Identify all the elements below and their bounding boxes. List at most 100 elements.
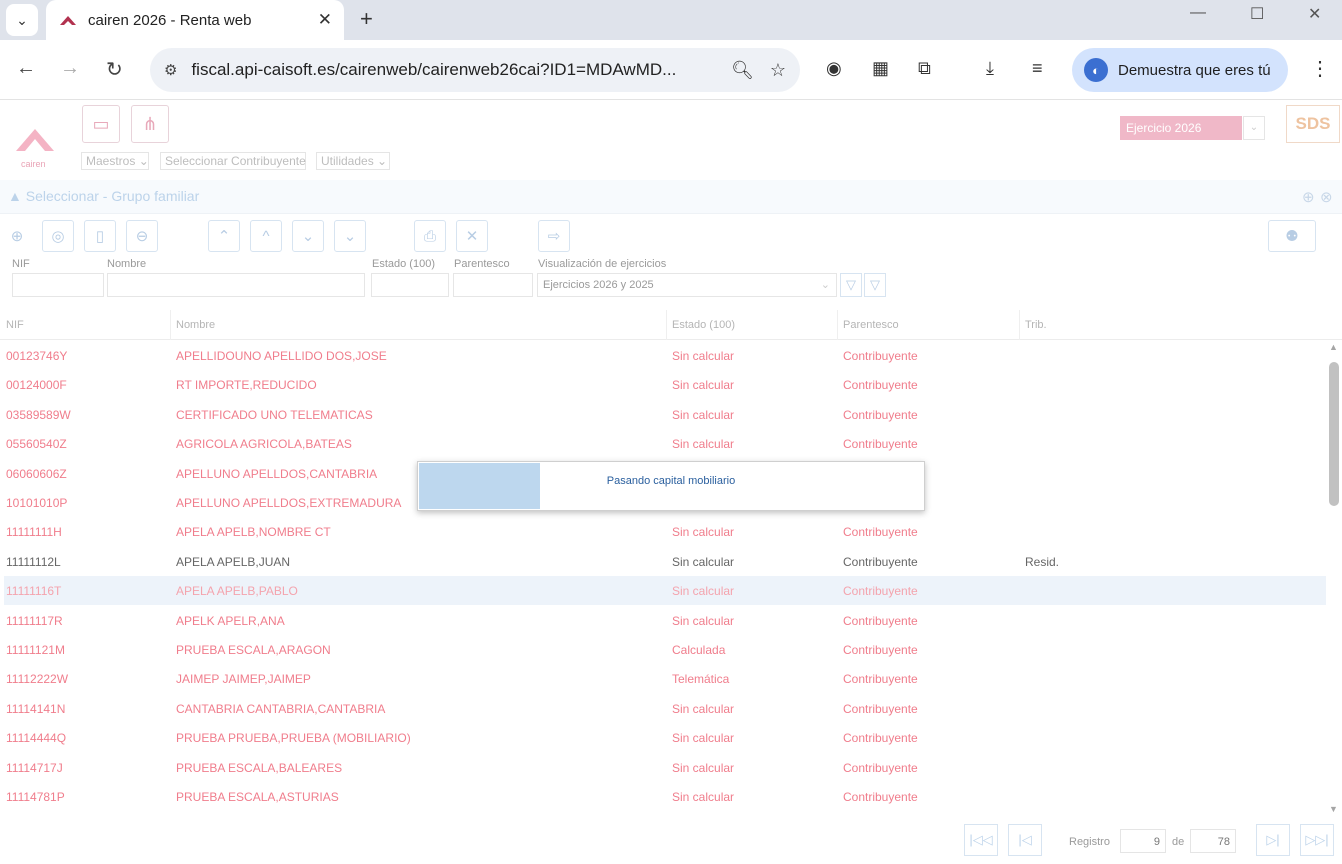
col-trib[interactable]: Trib. — [1025, 319, 1047, 331]
cell-estado: Sin calcular — [672, 554, 735, 569]
reload-icon[interactable]: ↻ — [106, 57, 123, 82]
table-row[interactable]: 11111111H APELA APELB,NOMBRE CT Sin calcul… — [4, 517, 1326, 546]
table-row[interactable]: 11111112L APELA APELB,JUAN Sin calcular Con… — [4, 547, 1326, 576]
restore-icon[interactable]: ◎ — [42, 220, 74, 252]
browser-menu-icon[interactable]: ⋮ — [1310, 56, 1330, 81]
profile-chip[interactable]: ◐ Demuestra que eres tú — [1072, 48, 1288, 92]
table-row[interactable]: 11114717J PRUEBA ESCALA,BALEARES Sin calcu… — [4, 753, 1326, 782]
registro-input[interactable]: 9 — [1120, 829, 1166, 853]
cell-nombre: RT IMPORTE,REDUCIDO — [176, 378, 317, 393]
maximize-panel-icon[interactable]: ⊕ — [1302, 188, 1315, 206]
clear-filter-icon[interactable]: ▽ — [864, 273, 886, 297]
col-estado[interactable]: Estado (100) — [672, 319, 735, 331]
table-row[interactable]: 11114141N CANTABRIA CANTABRIA,CANTABRIA Si… — [4, 694, 1326, 723]
org-chart-icon[interactable]: ⋔ — [131, 105, 169, 143]
col-nombre[interactable]: Nombre — [176, 319, 215, 331]
nif-filter-input[interactable] — [12, 273, 104, 297]
contribuyentes-grid: NIF Nombre Estado (100) Parentesco Trib.… — [0, 310, 1342, 820]
close-tab-icon[interactable]: ✕ — [318, 10, 332, 30]
globe-avatar-icon: ◐ — [1084, 58, 1108, 82]
last-record-icon[interactable]: ⌄ — [334, 220, 366, 252]
exit-icon[interactable]: ⇨ — [538, 220, 570, 252]
cell-estado: Telemática — [672, 672, 730, 687]
sds-logo[interactable]: SDS — [1286, 105, 1340, 143]
bookmark-star-icon[interactable]: ☆ — [770, 60, 786, 81]
close-window-button[interactable]: ✕ — [1308, 4, 1321, 24]
cell-nif: 11111117R — [6, 613, 63, 628]
parentesco-filter-input[interactable] — [453, 273, 533, 297]
minimize-window-button[interactable]: — — [1190, 4, 1206, 22]
download-icon[interactable]: ⤓ — [986, 58, 994, 79]
cell-nombre: APELLUNO APELLDOS,CANTABRIA — [176, 466, 378, 481]
next-record-icon[interactable]: ⌄ — [292, 220, 324, 252]
extension-globe-icon[interactable]: ◉ — [826, 58, 842, 79]
table-row[interactable]: 11111121M PRUEBA ESCALA,ARAGON Calculada Co… — [4, 635, 1326, 664]
table-row[interactable]: 11114781P PRUEBA ESCALA,ASTURIAS Sin calcu… — [4, 782, 1326, 811]
section-bar: ▲ Seleccionar - Grupo familiar ⊕ ⊗ — [0, 180, 1342, 214]
table-row[interactable]: 00124000F RT IMPORTE,REDUCIDO Sin calcular… — [4, 370, 1326, 399]
scroll-up-icon[interactable]: ▲ — [1329, 342, 1338, 352]
table-row[interactable]: 11112222W JAIMEP JAIMEP,JAIMEP Telemática C… — [4, 664, 1326, 693]
new-tab-button[interactable]: + — [360, 6, 373, 32]
extensions-puzzle-icon[interactable]: ⧉ — [918, 58, 931, 79]
address-bar[interactable]: ⚙ fiscal.api-caisoft.es/cairenweb/cairen… — [150, 48, 800, 92]
first-page-icon[interactable]: |◁◁ — [964, 824, 998, 856]
menu-utilidades[interactable]: Utilidades ⌄ — [316, 152, 390, 170]
last-page-icon[interactable]: ▷▷| — [1300, 824, 1334, 856]
user-settings-icon[interactable]: ⚉ — [1268, 220, 1316, 252]
col-nif[interactable]: NIF — [6, 319, 24, 331]
table-row[interactable]: 11114444Q PRUEBA PRUEBA,PRUEBA (MOBILIARI… — [4, 723, 1326, 752]
table-row[interactable]: 00123746Y APELLIDOUNO APELLIDO DOS,JOSE Si… — [4, 341, 1326, 370]
scroll-down-icon[interactable]: ▼ — [1329, 804, 1338, 814]
table-row[interactable]: 11111116T APELA APELB,PABLO Sin calcular Co… — [4, 576, 1326, 606]
cairen-logo: cairen — [12, 121, 58, 169]
visualizacion-select[interactable]: Ejercicios 2026 y 2025 ⌄ — [537, 273, 837, 297]
remove-icon[interactable]: ⊖ — [126, 220, 158, 252]
previous-record-icon[interactable]: ^ — [250, 220, 282, 252]
col-parentesco[interactable]: Parentesco — [843, 319, 899, 331]
estado-filter-input[interactable] — [371, 273, 449, 297]
excel-export-icon[interactable]: ✕ — [456, 220, 488, 252]
cell-parentesco: Contribuyente — [843, 525, 918, 540]
browser-tab[interactable]: cairen 2026 - Renta web ✕ — [46, 0, 344, 40]
forward-arrow-icon[interactable]: → — [60, 57, 80, 80]
close-panel-icon[interactable]: ⊗ — [1320, 188, 1333, 206]
table-row[interactable]: 11111117R APELK APELR,ANA Sin calcular Cont… — [4, 606, 1326, 635]
prev-page-icon[interactable]: |◁ — [1008, 824, 1042, 856]
document-icon[interactable]: ▯ — [84, 220, 116, 252]
scrollbar-thumb[interactable] — [1329, 362, 1339, 506]
qr-code-icon[interactable]: ▦ — [872, 58, 889, 79]
zoom-icon[interactable]: 🔍︎ — [731, 60, 754, 81]
table-row[interactable]: 05560540Z AGRICOLA AGRICOLA,BATEAS Sin cal… — [4, 429, 1326, 458]
ejercicio-dropdown-icon[interactable]: ⌄ — [1243, 116, 1265, 140]
menu-maestros[interactable]: Maestros ⌄ — [81, 152, 149, 170]
back-arrow-icon[interactable]: ← — [16, 57, 36, 80]
cell-parentesco: Contribuyente — [843, 554, 918, 569]
grid-scrollbar[interactable]: ▲ ▼ — [1326, 340, 1342, 820]
print-icon[interactable]: ⎙ — [414, 220, 446, 252]
tab-search-chevron-icon[interactable]: ⌄ — [6, 4, 38, 36]
cell-nif: 11114444Q — [6, 731, 67, 746]
tab-title: cairen 2026 - Renta web — [88, 11, 252, 29]
filter-icon[interactable]: ▽ — [840, 273, 862, 297]
add-icon[interactable]: ⊕ — [4, 223, 30, 249]
table-row[interactable]: 03589589W CERTIFICADO UNO TELEMATICAS Sin … — [4, 400, 1326, 429]
next-page-icon[interactable]: ▷| — [1256, 824, 1290, 856]
cell-parentesco: Contribuyente — [843, 731, 918, 746]
menu-seleccionar-contribuyente[interactable]: Seleccionar Contribuyente — [160, 152, 306, 170]
nombre-filter-input[interactable] — [107, 273, 365, 297]
cell-nombre: PRUEBA PRUEBA,PRUEBA (MOBILIARIO) — [176, 731, 411, 746]
url-text[interactable]: fiscal.api-caisoft.es/cairenweb/cairenwe… — [191, 60, 715, 80]
ejercicio-select[interactable]: Ejercicio 2026 — [1120, 116, 1242, 140]
folder-icon[interactable]: ▭ — [82, 105, 120, 143]
cairen-favicon-icon — [60, 16, 76, 25]
cell-parentesco: Contribuyente — [843, 378, 918, 393]
maximize-window-button[interactable]: ☐ — [1250, 4, 1264, 24]
first-record-icon[interactable]: ⌃ — [208, 220, 240, 252]
total-records: 78 — [1190, 829, 1236, 853]
media-control-icon[interactable]: ≡ — [1032, 58, 1043, 79]
nif-filter-label: NIF — [12, 258, 30, 270]
site-info-icon[interactable]: ⚙ — [164, 61, 177, 79]
browser-toolbar: ← → ↻ ⚙ fiscal.api-caisoft.es/cairenweb/… — [0, 40, 1342, 100]
cell-trib: Resid. — [1025, 554, 1060, 569]
